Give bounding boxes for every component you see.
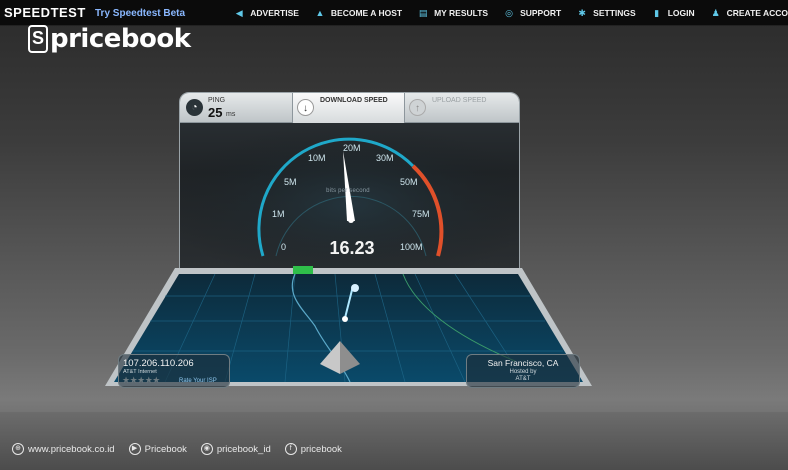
gear-icon: ✱: [578, 8, 586, 18]
tick-50m: 50M: [400, 177, 418, 187]
panel-header: ◔ PING 25 ms ↓ DOWNLOAD SPEED ↑ UPLOAD S…: [180, 93, 519, 123]
megaphone-icon: ◀: [235, 8, 243, 18]
youtube-label: Pricebook: [144, 443, 187, 455]
upload-speed-label: UPLOAD SPEED: [432, 97, 487, 104]
nav-settings-label: SETTINGS: [593, 8, 636, 18]
download-speed-reading: 16.23: [329, 238, 375, 258]
client-ip-address: 107.206.110.206: [123, 358, 194, 369]
nav-advertise-label: ADVERTISE: [250, 8, 299, 18]
nav-support[interactable]: ◎ SUPPORT: [496, 8, 569, 18]
server-city: San Francisco, CA: [487, 358, 559, 368]
speed-panel: ◔ PING 25 ms ↓ DOWNLOAD SPEED ↑ UPLOAD S…: [179, 92, 520, 270]
tick-1m: 1M: [272, 209, 285, 219]
nav-settings[interactable]: ✱ SETTINGS: [569, 8, 644, 18]
pricebook-logo-text: pricebook: [50, 24, 191, 54]
ping-section: ◔ PING 25 ms: [180, 93, 292, 123]
droplet-icon: ▲: [315, 8, 325, 18]
chart-icon: ▤: [418, 8, 428, 18]
nav-become-a-host-label: BECOME A HOST: [330, 8, 403, 18]
pricebook-watermark: S pricebook: [28, 24, 191, 54]
user-marker: [351, 284, 359, 292]
nav-become-a-host[interactable]: ▲ BECOME A HOST: [307, 8, 410, 18]
nav-create-account[interactable]: ♟ CREATE ACCO: [703, 8, 788, 18]
ping-unit: ms: [226, 111, 236, 118]
tick-100m: 100M: [400, 242, 423, 252]
social-links: ⊕ www.pricebook.co.id ▶ Pricebook ◉ pric…: [12, 443, 342, 455]
tick-75m: 75M: [412, 209, 430, 219]
facebook-link[interactable]: f pricebook: [284, 443, 342, 455]
tick-10m: 10M: [308, 153, 326, 163]
ping-value: 25: [208, 105, 223, 120]
upload-speed-tab[interactable]: ↑ UPLOAD SPEED: [405, 93, 519, 123]
download-arrow-icon: ↓: [297, 99, 314, 116]
main-nav: ◀ ADVERTISE ▲ BECOME A HOST ▤ MY RESULTS…: [226, 0, 788, 26]
gauge-unit-label: bits per second: [326, 188, 370, 194]
isp-rating-stars[interactable]: ★★★★★: [122, 375, 160, 386]
ping-gauge-icon: ◔: [186, 99, 203, 116]
website-label: www.pricebook.co.id: [28, 443, 115, 455]
tick-0: 0: [281, 242, 286, 252]
tick-30m: 30M: [376, 153, 394, 163]
download-speed-label: DOWNLOAD SPEED: [320, 97, 388, 104]
nav-login-label: LOGIN: [667, 8, 695, 18]
nav-my-results-label: MY RESULTS: [434, 8, 489, 18]
client-info-box: 107.206.110.206 AT&T Internet ★★★★★ Rate…: [118, 354, 230, 388]
speedtest-logo[interactable]: SPEEDTEST: [4, 5, 86, 20]
pricebook-logo-icon: S: [28, 25, 48, 53]
nav-support-label: SUPPORT: [520, 8, 562, 18]
globe-icon: ⊕: [12, 443, 24, 455]
ping-label: PING: [208, 97, 226, 104]
upload-arrow-icon: ↑: [409, 99, 426, 116]
server-hosted-by: Hosted by: [509, 369, 537, 375]
server-marker: [342, 316, 348, 322]
facebook-label: pricebook: [300, 443, 342, 455]
tick-20m: 20M: [343, 143, 361, 153]
footer-band: [0, 412, 788, 470]
help-icon: ◎: [505, 8, 513, 18]
nav-my-results[interactable]: ▤ MY RESULTS: [410, 8, 496, 18]
nav-advertise[interactable]: ◀ ADVERTISE: [226, 8, 307, 18]
server-host-name: AT&T: [515, 376, 531, 382]
youtube-link[interactable]: ▶ Pricebook: [128, 443, 187, 455]
server-info-box[interactable]: San Francisco, CA Hosted by AT&T: [466, 354, 580, 388]
download-speed-tab[interactable]: ↓ DOWNLOAD SPEED: [292, 93, 405, 123]
website-link[interactable]: ⊕ www.pricebook.co.id: [12, 443, 115, 455]
instagram-label: pricebook_id: [216, 443, 271, 455]
rate-isp-link[interactable]: Rate Your ISP: [179, 378, 217, 384]
lock-icon: ▮: [654, 8, 660, 18]
try-beta-link[interactable]: Try Speedtest Beta: [95, 8, 185, 19]
top-navigation-bar: SPEEDTEST Try Speedtest Beta ◀ ADVERTISE…: [0, 0, 788, 26]
gauge-needle-hub: [348, 217, 354, 223]
youtube-icon: ▶: [128, 443, 141, 455]
progress-indicator: [293, 266, 313, 274]
nav-login[interactable]: ▮ LOGIN: [644, 8, 703, 18]
facebook-icon: f: [284, 443, 297, 455]
tick-5m: 5M: [284, 177, 297, 187]
instagram-link[interactable]: ◉ pricebook_id: [200, 443, 271, 455]
person-icon: ♟: [711, 8, 720, 18]
instagram-icon: ◉: [200, 443, 213, 455]
nav-create-account-label: CREATE ACCO: [726, 8, 788, 18]
